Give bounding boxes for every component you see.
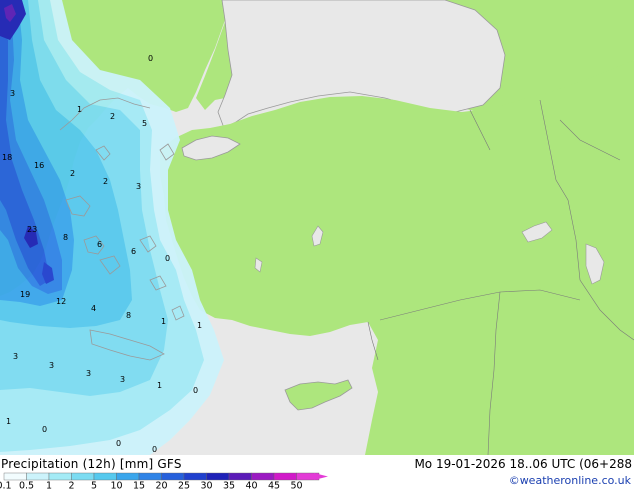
legend-label: 35 bbox=[223, 481, 235, 490]
map-value: 1 bbox=[77, 105, 82, 114]
legend-label: 25 bbox=[178, 481, 190, 490]
weather-map-figure: 0 3 1 2 5 18 16 2 2 3 23 8 6 6 0 19 12 4… bbox=[0, 0, 634, 490]
legend-label: 50 bbox=[290, 481, 302, 490]
map-value: 12 bbox=[56, 297, 66, 306]
credit-link[interactable]: ©weatheronline.co.uk bbox=[509, 474, 631, 487]
map-value: 0 bbox=[148, 54, 153, 63]
map-value: 3 bbox=[10, 89, 15, 98]
map-value: 5 bbox=[142, 119, 147, 128]
map-value: 2 bbox=[103, 177, 108, 186]
map-value: 0 bbox=[165, 254, 170, 263]
map-value: 4 bbox=[91, 304, 96, 313]
legend-swatch bbox=[71, 472, 95, 481]
map-value: 1 bbox=[197, 321, 202, 330]
map-value: 23 bbox=[27, 225, 37, 234]
legend-label: 2 bbox=[68, 481, 74, 490]
legend-label: 10 bbox=[110, 481, 122, 490]
legend-label: 15 bbox=[133, 481, 145, 490]
legend-swatch bbox=[228, 472, 252, 481]
legend-label: 20 bbox=[155, 481, 167, 490]
legend-labels: 0.10.5125101520253035404550 bbox=[0, 481, 303, 490]
map-value: 6 bbox=[131, 247, 136, 256]
footer-bar: Precipitation (12h) [mm] GFS Mo 19-01-20… bbox=[0, 455, 634, 490]
legend-swatch bbox=[26, 472, 50, 481]
precipitation-map: 0 3 1 2 5 18 16 2 2 3 23 8 6 6 0 19 12 4… bbox=[0, 0, 634, 455]
legend-swatch bbox=[183, 472, 207, 481]
legend-swatch bbox=[138, 472, 162, 481]
map-value: 3 bbox=[49, 361, 54, 370]
map-title: Precipitation (12h) [mm] GFS bbox=[1, 457, 182, 471]
legend-swatch bbox=[206, 472, 230, 481]
legend-swatch bbox=[161, 472, 185, 481]
map-value: 0 bbox=[42, 425, 47, 434]
legend-label: 1 bbox=[46, 481, 52, 490]
legend-label: 0.1 bbox=[0, 481, 12, 490]
legend-label: 30 bbox=[200, 481, 212, 490]
map-value: 1 bbox=[157, 381, 162, 390]
map-value: 3 bbox=[120, 375, 125, 384]
legend-swatch bbox=[251, 472, 275, 481]
legend-swatch bbox=[93, 472, 117, 481]
legend-label: 0.5 bbox=[19, 481, 34, 490]
legend-arrow bbox=[314, 473, 328, 480]
map-value: 8 bbox=[126, 311, 131, 320]
legend-swatch bbox=[116, 472, 140, 481]
map-value: 0 bbox=[193, 386, 198, 395]
legend-label: 45 bbox=[268, 481, 280, 490]
map-value: 3 bbox=[86, 369, 91, 378]
legend-swatch bbox=[48, 472, 72, 481]
legend-label: 5 bbox=[91, 481, 97, 490]
map-value: 19 bbox=[20, 290, 30, 299]
legend-label: 40 bbox=[245, 481, 257, 490]
map-value: 2 bbox=[110, 112, 115, 121]
map-value: 0 bbox=[152, 445, 157, 454]
map-value: 3 bbox=[13, 352, 18, 361]
color-legend: 0.10.5125101520253035404550 bbox=[0, 472, 328, 490]
legend-swatch bbox=[273, 472, 297, 481]
map-value: 0 bbox=[116, 439, 121, 448]
legend-swatch bbox=[3, 472, 27, 481]
legend-swatches bbox=[3, 472, 320, 481]
map-value: 1 bbox=[6, 417, 11, 426]
map-value: 1 bbox=[161, 317, 166, 326]
map-value: 16 bbox=[34, 161, 44, 170]
map-value: 3 bbox=[136, 182, 141, 191]
map-value: 2 bbox=[70, 169, 75, 178]
map-value: 8 bbox=[63, 233, 68, 242]
map-value: 6 bbox=[97, 240, 102, 249]
map-value: 18 bbox=[2, 153, 12, 162]
valid-time: Mo 19-01-2026 18..06 UTC (06+288 bbox=[414, 457, 632, 471]
